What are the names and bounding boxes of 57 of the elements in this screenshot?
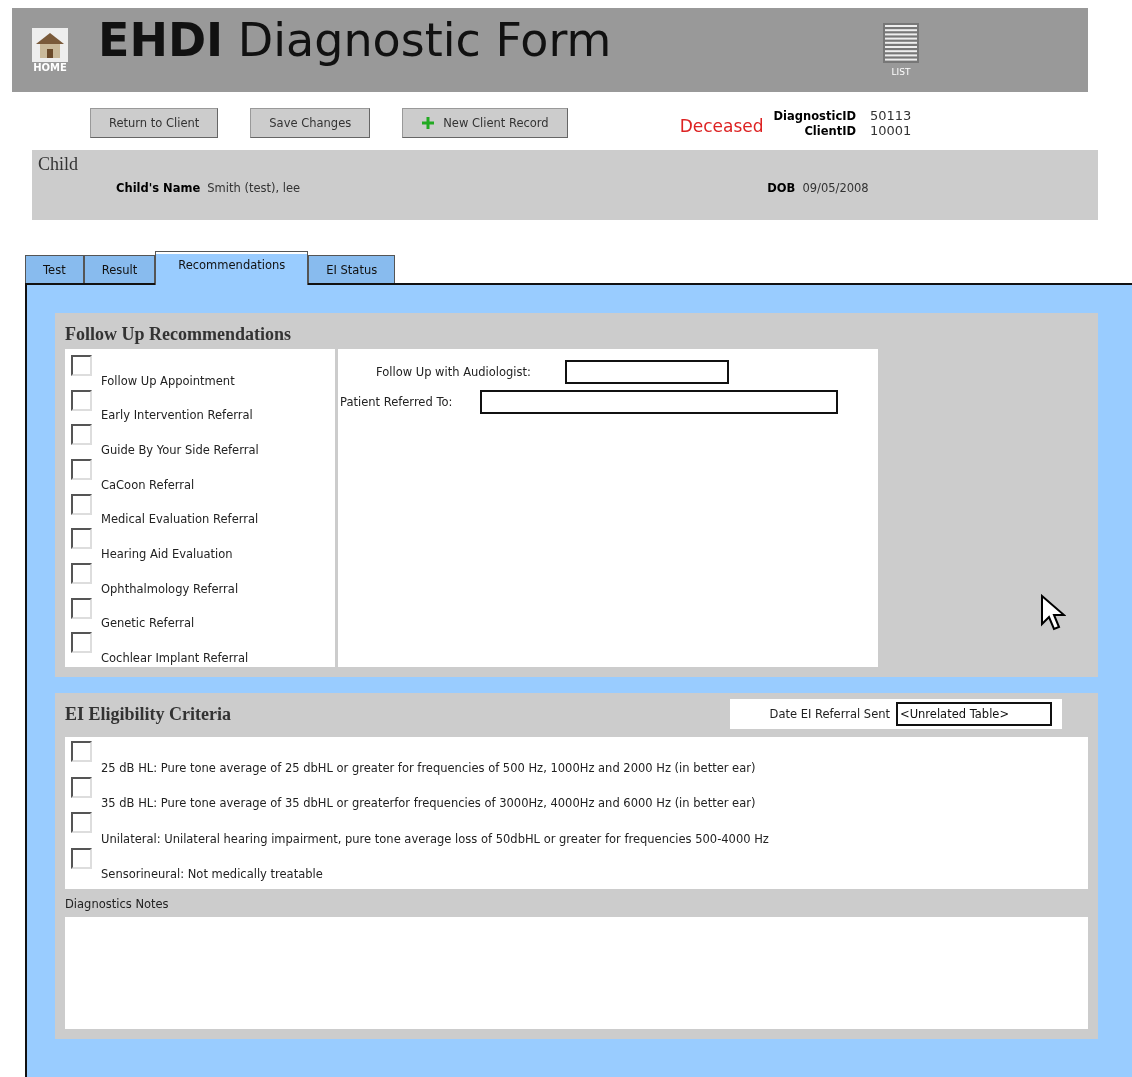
section-heading: EI Eligibility Criteria [65, 703, 231, 725]
checkbox-label: Sensorineural: Not medically treatable [101, 867, 323, 883]
tab[interactable]: Recommendations [155, 251, 309, 285]
checkbox[interactable] [71, 424, 92, 446]
checkbox[interactable] [71, 776, 92, 798]
checkbox[interactable] [71, 812, 92, 833]
checkbox-label: Follow Up Appointment [101, 373, 235, 390]
section-heading: Follow Up Recommendations [65, 323, 291, 345]
new-record-button[interactable]: New Client Record [402, 108, 568, 138]
input-field[interactable] [480, 390, 839, 414]
checkbox-label: Cochlear Implant Referral [101, 651, 249, 668]
checkbox-label: 35 dB HL: Pure tone average of 35 dbHL or greaterfor frequencies of 3000Hz, 4000Hz and 6000 Hz (in better ear) [101, 796, 756, 812]
field-label: Child's Name [116, 181, 201, 195]
list-icon[interactable] [883, 23, 919, 63]
field-label: Follow Up with Audiologist: [376, 365, 531, 379]
checkbox-label: Genetic Referral [101, 616, 195, 633]
field-label: DiagnosticID [773, 108, 857, 123]
field-label: Diagnostics Notes [65, 897, 170, 911]
section-heading: Child [38, 154, 78, 174]
field-value: 09/05/2008 [802, 181, 869, 195]
field-label: ClientID [803, 123, 857, 138]
status-text: Deceased [679, 116, 764, 136]
form-title: EHDI Diagnostic Form [98, 17, 613, 69]
checkbox-label: Unilateral: Unilateral hearing impairment, pure tone average loss of 50dbHL or greater for frequencies 500-4000 Hz [101, 831, 769, 848]
toolbar-button[interactable]: Save Changes [250, 108, 371, 138]
checkbox[interactable] [71, 355, 92, 376]
checkbox[interactable] [71, 389, 92, 411]
input-field[interactable] [564, 360, 729, 384]
field-value: 10001 [870, 123, 912, 138]
field-value: Smith (test), lee [207, 181, 302, 195]
checkbox-label: Guide By Your Side Referral [101, 443, 259, 459]
checkbox[interactable] [71, 459, 92, 480]
toolbar-button[interactable]: Return to Client [90, 108, 219, 138]
tab[interactable]: Test [25, 255, 84, 283]
checkbox[interactable] [71, 597, 92, 619]
checkbox[interactable] [71, 847, 92, 869]
notes-field[interactable] [65, 917, 1088, 1029]
house-icon[interactable] [32, 27, 68, 62]
checkbox-label: Medical Evaluation Referral [101, 512, 259, 529]
checkbox[interactable] [71, 528, 92, 550]
checkbox-label: Early Intervention Referral [101, 408, 253, 425]
checkbox[interactable] [71, 493, 92, 515]
tab[interactable]: EI Status [308, 255, 396, 283]
plus-icon [421, 116, 436, 130]
field-label: DOB [767, 181, 796, 195]
checkbox-label: 25 dB HL: Pure tone average of 25 dbHL or greater for frequencies of 500 Hz, 1000Hz and 2000 Hz (in better ear) [101, 760, 756, 777]
checkbox[interactable] [71, 741, 92, 762]
field-label: Date EI Referral Sent [769, 707, 890, 721]
date-field[interactable]: <Unrelated Table> [896, 702, 1052, 726]
field-value: 50113 [870, 108, 912, 123]
checkbox[interactable] [71, 563, 92, 585]
checkbox-label: Hearing Aid Evaluation [101, 547, 233, 564]
field-label: Patient Referred To: [340, 395, 453, 409]
checkbox-label: Ophthalmology Referral [101, 581, 239, 598]
checkbox-label: CaCoon Referral [101, 477, 195, 494]
checkbox[interactable] [71, 632, 92, 654]
tab[interactable]: Result [83, 255, 156, 283]
